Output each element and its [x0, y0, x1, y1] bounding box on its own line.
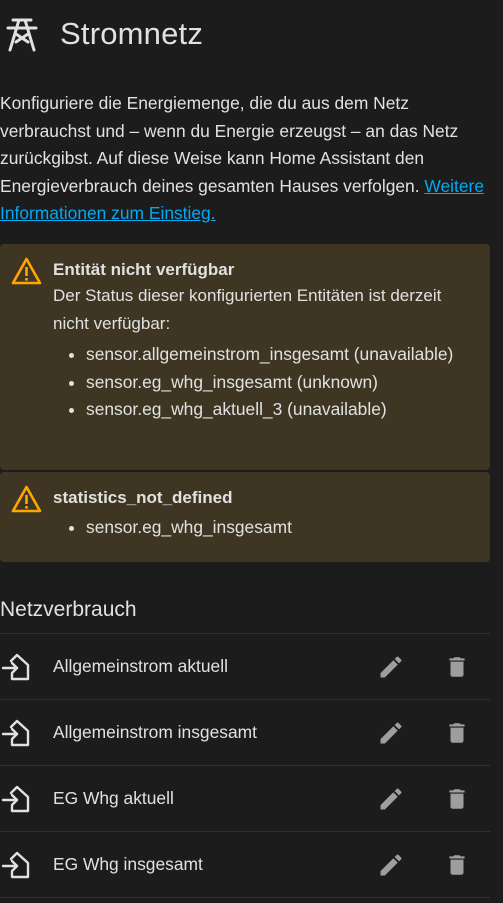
alert-entity-list: sensor.eg_whg_insgesamt [53, 514, 490, 542]
delete-icon[interactable] [444, 719, 470, 747]
description-text: Konfiguriere die Energiemenge, die du au… [0, 93, 459, 196]
consumption-list: Allgemeinstrom aktuell Allgemeinstrom in… [0, 633, 490, 898]
alert-entity-unavailable: Entität nicht verfügbar Der Status diese… [0, 244, 490, 470]
grid-import-icon [1, 851, 30, 878]
alert-text: Der Status dieser konfigurierten Entität… [53, 286, 442, 333]
delete-icon[interactable] [444, 785, 470, 813]
row-label: Allgemeinstrom insgesamt [53, 722, 257, 742]
alert-statistics-not-defined: statistics_not_defined sensor.eg_whg_ins… [0, 472, 490, 562]
page-header: Stromnetz [0, 10, 503, 58]
warning-icon [11, 485, 42, 513]
table-row: Allgemeinstrom aktuell [0, 633, 490, 699]
edit-pencil-icon[interactable] [377, 851, 405, 879]
transmission-tower-icon [2, 14, 42, 54]
edit-pencil-icon[interactable] [377, 719, 405, 747]
description: Konfiguriere die Energiemenge, die du au… [0, 90, 495, 228]
grid-import-icon [1, 719, 30, 746]
list-item: sensor.allgemeinstrom_insgesamt (unavail… [86, 341, 490, 369]
list-item: sensor.eg_whg_insgesamt (unknown) [86, 369, 490, 397]
grid-import-icon [1, 653, 30, 680]
grid-import-icon [1, 785, 30, 812]
table-row: Allgemeinstrom insgesamt [0, 699, 490, 765]
warning-icon [11, 257, 42, 285]
page-title: Stromnetz [60, 16, 204, 51]
alert-title: Entität nicht verfügbar [53, 260, 235, 279]
table-row: EG Whg aktuell [0, 765, 490, 831]
section-title: Netzverbrauch [0, 598, 137, 621]
alert-title: statistics_not_defined [53, 488, 233, 507]
row-label: EG Whg insgesamt [53, 854, 203, 874]
alert-entity-list: sensor.allgemeinstrom_insgesamt (unavail… [53, 341, 490, 424]
row-label: Allgemeinstrom aktuell [53, 656, 228, 676]
edit-pencil-icon[interactable] [377, 785, 405, 813]
table-row: EG Whg insgesamt [0, 831, 490, 898]
list-item: sensor.eg_whg_aktuell_3 (unavailable) [86, 396, 490, 424]
list-item: sensor.eg_whg_insgesamt [86, 514, 490, 542]
delete-icon[interactable] [444, 851, 470, 879]
row-label: EG Whg aktuell [53, 788, 174, 808]
delete-icon[interactable] [444, 653, 470, 681]
edit-pencil-icon[interactable] [377, 653, 405, 681]
